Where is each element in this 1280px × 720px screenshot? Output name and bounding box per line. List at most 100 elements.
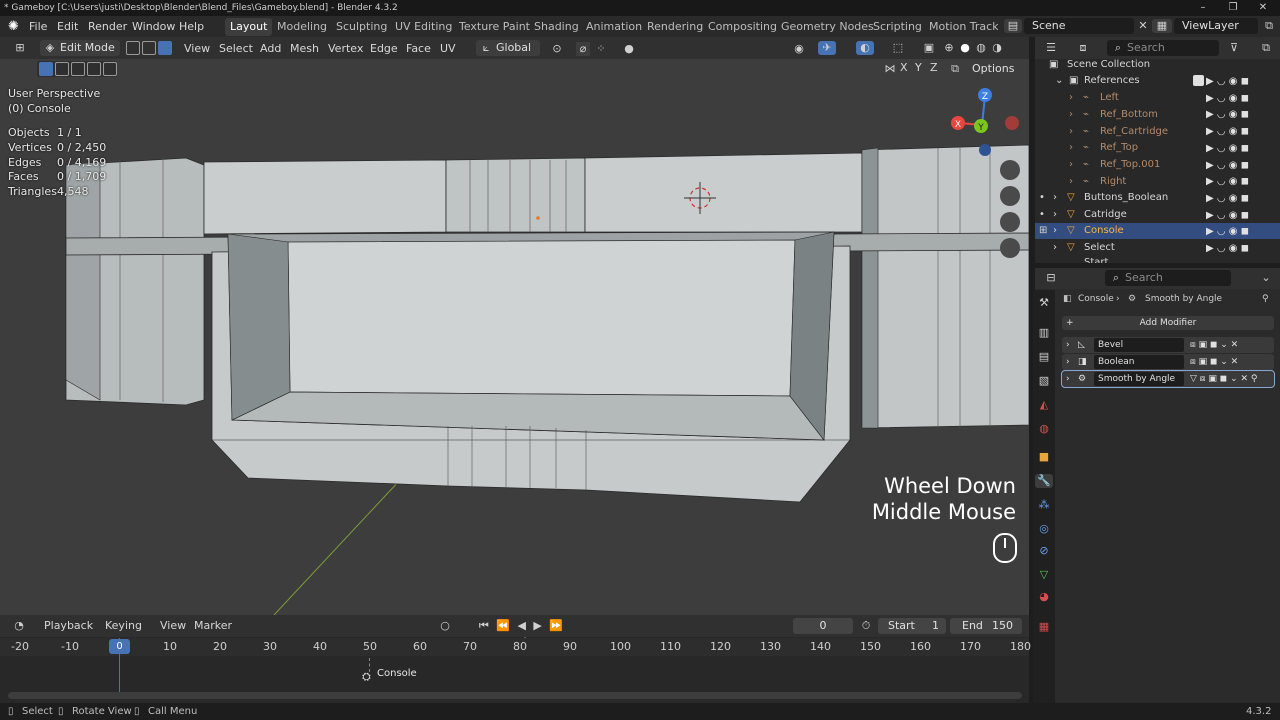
modifier-toggles[interactable]: ⧈ ▣ ◼ ⌄ ✕ xyxy=(1190,354,1238,370)
menu-view[interactable]: View xyxy=(184,40,210,57)
modifier-name-field[interactable]: Smooth by Angle xyxy=(1094,372,1184,386)
snap-icon[interactable]: ⌀ xyxy=(576,42,590,56)
auto-merge-icon[interactable]: ⧉ xyxy=(948,62,962,76)
menu-mesh[interactable]: Mesh xyxy=(290,40,319,57)
expand-icon[interactable]: › xyxy=(1066,371,1070,387)
properties-search[interactable]: Search xyxy=(1105,270,1231,286)
timeline-editor-icon[interactable]: ◔ xyxy=(8,619,30,633)
modifier-smooth-by-angle[interactable]: › ⚙ Smooth by Angle ▽ ⧈ ▣ ◼ ⌄ ✕ ⚲ xyxy=(1061,370,1275,388)
tool-cursor-icon[interactable] xyxy=(10,61,26,77)
menu-uv[interactable]: UV xyxy=(440,40,456,57)
shading-wireframe-icon[interactable]: ⊕ xyxy=(942,41,956,55)
tool-tab-icon[interactable]: ⚒ xyxy=(1037,296,1051,310)
expand-icon[interactable]: › xyxy=(1066,354,1070,370)
mesh-edit-overlay-icon[interactable]: ⬚ xyxy=(890,41,906,55)
gizmo-toggle-icon[interactable]: ✈ xyxy=(818,41,836,55)
pin-icon[interactable]: ⚲ xyxy=(1262,294,1269,304)
shading-solid-icon[interactable]: ● xyxy=(958,41,972,55)
tab-geometry-nodes[interactable]: Geometry Nodes xyxy=(776,18,879,36)
modifier-bevel[interactable]: › ◺ Bevel ⧈ ▣ ◼ ⌄ ✕ xyxy=(1062,337,1274,353)
menu-file[interactable]: File xyxy=(29,19,47,35)
display-mode-icon[interactable]: ⧈ xyxy=(1073,41,1093,55)
tab-modeling[interactable]: Modeling xyxy=(272,18,332,36)
tab-shading[interactable]: Shading xyxy=(529,18,584,36)
modifier-tab-icon[interactable]: 🔧 xyxy=(1035,474,1053,488)
tab-animation[interactable]: Animation xyxy=(581,18,647,36)
vertex-select-icon[interactable] xyxy=(126,41,140,55)
outliner-row-scene-collection[interactable]: ▣ Scene Collection xyxy=(1035,57,1280,73)
modifier-name-field[interactable]: Boolean xyxy=(1094,355,1184,369)
blender-logo-icon[interactable]: ✺ xyxy=(8,19,19,35)
minimize-button[interactable]: – xyxy=(1188,0,1218,16)
data-tab-icon[interactable]: ▽ xyxy=(1037,568,1051,582)
tab-sculpting[interactable]: Sculpting xyxy=(331,18,392,36)
menu-help[interactable]: Help xyxy=(179,19,204,35)
overlay-toggle-icon[interactable]: ◐ xyxy=(856,41,874,55)
mirror-y-toggle[interactable]: Y xyxy=(915,61,922,74)
mirror-z-toggle[interactable]: Z xyxy=(930,61,938,74)
close-button[interactable]: ✕ xyxy=(1248,0,1278,16)
constraints-tab-icon[interactable]: ⊘ xyxy=(1037,544,1051,558)
texture-tab-icon[interactable]: ▦ xyxy=(1037,620,1051,634)
playhead[interactable]: 0 xyxy=(109,639,130,654)
start-frame-field[interactable]: Start 1 xyxy=(878,618,946,634)
face-select-icon[interactable] xyxy=(158,41,172,55)
visibility-icon[interactable]: ◉ xyxy=(790,42,808,56)
options-dropdown[interactable]: Options xyxy=(966,60,1024,77)
current-frame-field[interactable]: 0 xyxy=(793,618,853,634)
menu-marker[interactable]: Marker xyxy=(194,619,232,632)
proportional-edit-icon[interactable]: ● xyxy=(622,42,636,56)
world-tab-icon[interactable]: ◍ xyxy=(1037,422,1051,436)
expand-icon[interactable]: › xyxy=(1066,337,1070,353)
tab-motion-tracking[interactable]: Motion Tracki xyxy=(924,18,998,36)
tab-layout[interactable]: Layout xyxy=(225,18,273,36)
particles-tab-icon[interactable]: ⁂ xyxy=(1037,498,1051,512)
mirror-x-toggle[interactable]: X xyxy=(900,61,908,74)
pivot-icon[interactable]: ⊙ xyxy=(546,42,568,56)
end-frame-field[interactable]: End 150 xyxy=(950,618,1022,634)
view-layer-tab-icon[interactable]: ▧ xyxy=(1037,374,1051,388)
modifier-boolean[interactable]: › ◨ Boolean ⧈ ▣ ◼ ⌄ ✕ xyxy=(1062,354,1274,370)
menu-select[interactable]: Select xyxy=(219,40,253,57)
select-invert-icon[interactable] xyxy=(87,62,101,76)
select-intersect-icon[interactable] xyxy=(103,62,117,76)
scene-browse-icon[interactable]: ▤ xyxy=(1004,19,1022,33)
clock-icon[interactable]: ⏱ xyxy=(859,619,873,633)
add-modifier-button[interactable]: + Add Modifier xyxy=(1062,316,1274,330)
select-extend-icon[interactable] xyxy=(55,62,69,76)
modifier-toggles[interactable]: ▽ ⧈ ▣ ◼ ⌄ ✕ ⚲ xyxy=(1190,371,1257,387)
material-tab-icon[interactable]: ◕ xyxy=(1037,590,1051,604)
3d-viewport[interactable]: Z X Y xyxy=(0,59,1029,615)
properties-options-icon[interactable]: ⌄ xyxy=(1259,271,1273,285)
edge-select-icon[interactable] xyxy=(142,41,156,55)
xray-icon[interactable]: ▣ xyxy=(922,41,936,55)
modifier-name-field[interactable]: Bevel xyxy=(1094,338,1184,352)
menu-vertex[interactable]: Vertex xyxy=(328,40,363,57)
view-layer-icon[interactable]: ▦ xyxy=(1152,19,1172,33)
filter-icon[interactable]: ⊽ xyxy=(1225,41,1243,55)
menu-keying[interactable]: Keying xyxy=(105,619,142,632)
tab-uv-editing[interactable]: UV Editing xyxy=(390,18,457,36)
properties-editor-icon[interactable]: ⊟ xyxy=(1041,271,1061,285)
tab-compositing[interactable]: Compositing xyxy=(703,18,782,36)
menu-edge[interactable]: Edge xyxy=(370,40,398,57)
menu-playback[interactable]: Playback xyxy=(44,619,93,632)
menu-view-timeline[interactable]: View xyxy=(160,619,186,632)
physics-tab-icon[interactable]: ◎ xyxy=(1037,522,1051,536)
snap-target-icon[interactable]: ⁘ xyxy=(592,42,610,56)
scene-tab-icon[interactable]: ◭ xyxy=(1037,398,1051,412)
modifier-toggles[interactable]: ⧈ ▣ ◼ ⌄ ✕ xyxy=(1190,337,1238,353)
timeline-scrollbar[interactable] xyxy=(8,692,1022,699)
select-subtract-icon[interactable] xyxy=(71,62,85,76)
auto-key-icon[interactable]: ○ xyxy=(438,619,452,633)
render-tab-icon[interactable]: ▥ xyxy=(1037,326,1051,340)
shading-rendered-icon[interactable]: ◑ xyxy=(990,41,1004,55)
view-layer-options-icon[interactable]: ⧉ xyxy=(1262,19,1276,33)
shading-material-icon[interactable]: ◍ xyxy=(974,41,988,55)
menu-face[interactable]: Face xyxy=(406,40,431,57)
tab-rendering[interactable]: Rendering xyxy=(642,18,708,36)
maximize-button[interactable]: ❐ xyxy=(1218,0,1248,16)
menu-window[interactable]: Window xyxy=(132,19,175,35)
menu-add[interactable]: Add xyxy=(260,40,281,57)
object-tab-icon[interactable]: ■ xyxy=(1037,450,1051,464)
